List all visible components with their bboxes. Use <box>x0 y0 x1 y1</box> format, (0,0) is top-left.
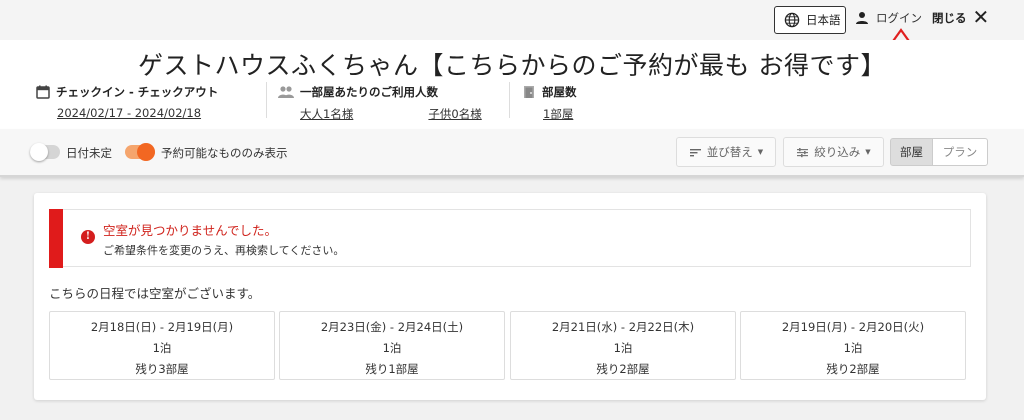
checkin-info[interactable]: チェックイン - チェックアウト 2024/02/17 - 2024/02/18 <box>36 84 218 121</box>
date-option-card[interactable]: 2月21日(水) - 2月22日(木) 1泊 残り2部屋 <box>510 311 736 380</box>
booking-header: ゲストハウスふくちゃん【こちらからのご予約が最も お得です】 チェックイン - … <box>0 40 1024 129</box>
adults-count[interactable]: 大人1名様 <box>300 106 353 122</box>
tab-plans[interactable]: プラン <box>932 138 988 166</box>
rooms-remaining: 残り2部屋 <box>596 362 650 376</box>
login-link[interactable]: ログイン <box>855 10 922 26</box>
sort-icon <box>689 148 701 156</box>
date-undecided-label: 日付未定 <box>66 146 112 160</box>
date-range: 2月21日(水) - 2月22日(木) <box>551 320 695 334</box>
filter-button[interactable]: 絞り込み ▼ <box>783 137 884 167</box>
filter-icon <box>797 147 809 157</box>
nights: 1泊 <box>613 341 633 355</box>
top-bar: 日本語 ログイン 閉じる ✕ <box>0 0 1024 40</box>
error-icon: ! <box>81 230 95 244</box>
checkin-dates[interactable]: 2024/02/17 - 2024/02/18 <box>57 106 201 120</box>
page-title: ゲストハウスふくちゃん【こちらからのご予約が最も お得です】 <box>138 51 886 80</box>
door-icon <box>524 86 534 98</box>
language-label: 日本語 <box>806 13 841 27</box>
toggle-knob <box>30 143 48 161</box>
nights: 1泊 <box>843 341 863 355</box>
close-icon: ✕ <box>972 5 990 29</box>
rooms-remaining: 残り1部屋 <box>365 362 419 376</box>
guests-label-row: 一部屋あたりのご利用人数 <box>278 84 482 100</box>
close-label: 閉じる <box>932 11 967 25</box>
nights: 1泊 <box>382 341 402 355</box>
filter-bar: 日付未定 予約可能なもののみ表示 並び替え ▼ 絞り込み ▼ 部屋 プラン <box>0 129 1024 177</box>
chevron-down-icon: ▼ <box>757 148 764 156</box>
date-option-card[interactable]: 2月19日(月) - 2月20日(火) 1泊 残り2部屋 <box>740 311 966 380</box>
sort-label: 並び替え <box>706 145 753 159</box>
people-icon <box>278 86 294 98</box>
rooms-remaining: 残り2部屋 <box>826 362 880 376</box>
toggle-knob <box>137 143 155 161</box>
nights: 1泊 <box>152 341 172 355</box>
checkin-label-row: チェックイン - チェックアウト <box>36 84 218 100</box>
no-vacancy-alert: ! 空室が見つかりませんでした。 ご希望条件を変更のうえ、再検索してください。 <box>49 209 971 268</box>
date-option-card[interactable]: 2月23日(金) - 2月24日(土) 1泊 残り1部屋 <box>279 311 505 380</box>
checkin-label: チェックイン - チェックアウト <box>56 85 219 99</box>
guests-label: 一部屋あたりのご利用人数 <box>300 85 438 99</box>
globe-icon <box>784 12 800 28</box>
filter-label: 絞り込み <box>814 145 861 159</box>
calendar-icon <box>36 85 50 99</box>
divider <box>509 82 510 118</box>
sort-button[interactable]: 並び替え ▼ <box>676 137 776 167</box>
rooms-label-row: 部屋数 <box>522 84 577 100</box>
date-range: 2月19日(月) - 2月20日(火) <box>781 320 925 334</box>
date-undecided-toggle[interactable] <box>30 143 60 161</box>
available-only-label: 予約可能なもののみ表示 <box>161 146 288 160</box>
results-card: ! 空室が見つかりませんでした。 ご希望条件を変更のうえ、再検索してください。 … <box>34 193 986 400</box>
rooms-info[interactable]: 部屋数 1部屋 <box>522 84 577 122</box>
date-option-card[interactable]: 2月18日(日) - 2月19日(月) 1泊 残り3部屋 <box>49 311 275 380</box>
rooms-remaining: 残り3部屋 <box>135 362 189 376</box>
person-icon <box>856 12 868 24</box>
alert-accent-bar <box>49 209 63 268</box>
language-button[interactable]: 日本語 <box>774 6 846 34</box>
tab-rooms[interactable]: 部屋 <box>890 138 933 166</box>
divider <box>266 82 267 118</box>
guests-info[interactable]: 一部屋あたりのご利用人数 大人1名様 子供0名様 <box>278 84 482 122</box>
alert-message: ご希望条件を変更のうえ、再検索してください。 <box>103 244 345 257</box>
children-count[interactable]: 子供0名様 <box>428 106 481 122</box>
date-range: 2月18日(日) - 2月19日(月) <box>90 320 234 334</box>
close-button[interactable]: 閉じる ✕ <box>932 5 990 29</box>
chevron-down-icon: ▼ <box>865 148 871 156</box>
alert-title: 空室が見つかりませんでした。 <box>103 223 278 238</box>
available-only-toggle[interactable] <box>125 143 155 161</box>
login-label: ログイン <box>876 11 922 25</box>
rooms-count[interactable]: 1部屋 <box>543 106 573 122</box>
availability-heading: こちらの日程では空室がございます。 <box>49 286 261 301</box>
date-range: 2月23日(金) - 2月24日(土) <box>320 320 464 334</box>
rooms-label: 部屋数 <box>542 85 577 99</box>
